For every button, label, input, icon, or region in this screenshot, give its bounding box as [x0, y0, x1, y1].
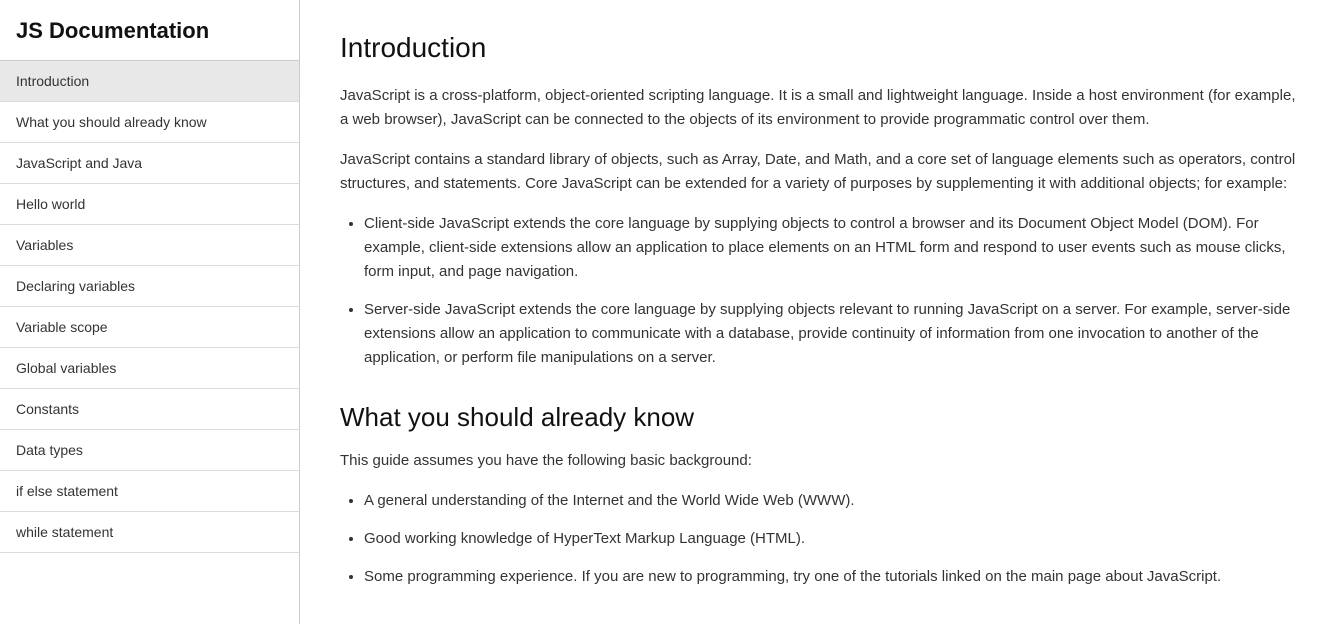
sidebar-item-1[interactable]: What you should already know [0, 102, 299, 143]
sidebar-item-3[interactable]: Hello world [0, 184, 299, 225]
know-intro: This guide assumes you have the followin… [340, 449, 1300, 473]
sidebar: JS Documentation IntroductionWhat you sh… [0, 0, 300, 624]
main-content: Introduction JavaScript is a cross-platf… [300, 0, 1340, 624]
sidebar-title: JS Documentation [0, 0, 299, 60]
know-bullet-0: A general understanding of the Internet … [364, 489, 1300, 513]
sidebar-item-10[interactable]: if else statement [0, 471, 299, 512]
sidebar-nav: IntroductionWhat you should already know… [0, 60, 299, 624]
intro-para2: JavaScript contains a standard library o… [340, 148, 1300, 196]
intro-bullets: Client-side JavaScript extends the core … [364, 212, 1300, 370]
know-title: What you should already know [340, 402, 1300, 433]
know-bullets: A general understanding of the Internet … [364, 489, 1300, 589]
sidebar-item-8[interactable]: Constants [0, 389, 299, 430]
know-section: What you should already know This guide … [340, 402, 1300, 589]
sidebar-item-6[interactable]: Variable scope [0, 307, 299, 348]
intro-para1: JavaScript is a cross-platform, object-o… [340, 84, 1300, 132]
intro-bullet-1: Server-side JavaScript extends the core … [364, 298, 1300, 370]
sidebar-item-5[interactable]: Declaring variables [0, 266, 299, 307]
sidebar-item-11[interactable]: while statement [0, 512, 299, 553]
sidebar-item-9[interactable]: Data types [0, 430, 299, 471]
intro-bullet-0: Client-side JavaScript extends the core … [364, 212, 1300, 284]
know-bullet-2: Some programming experience. If you are … [364, 565, 1300, 589]
sidebar-item-7[interactable]: Global variables [0, 348, 299, 389]
intro-title: Introduction [340, 32, 1300, 64]
sidebar-item-2[interactable]: JavaScript and Java [0, 143, 299, 184]
sidebar-item-4[interactable]: Variables [0, 225, 299, 266]
intro-section: Introduction JavaScript is a cross-platf… [340, 32, 1300, 370]
know-bullet-1: Good working knowledge of HyperText Mark… [364, 527, 1300, 551]
sidebar-item-0[interactable]: Introduction [0, 61, 299, 102]
